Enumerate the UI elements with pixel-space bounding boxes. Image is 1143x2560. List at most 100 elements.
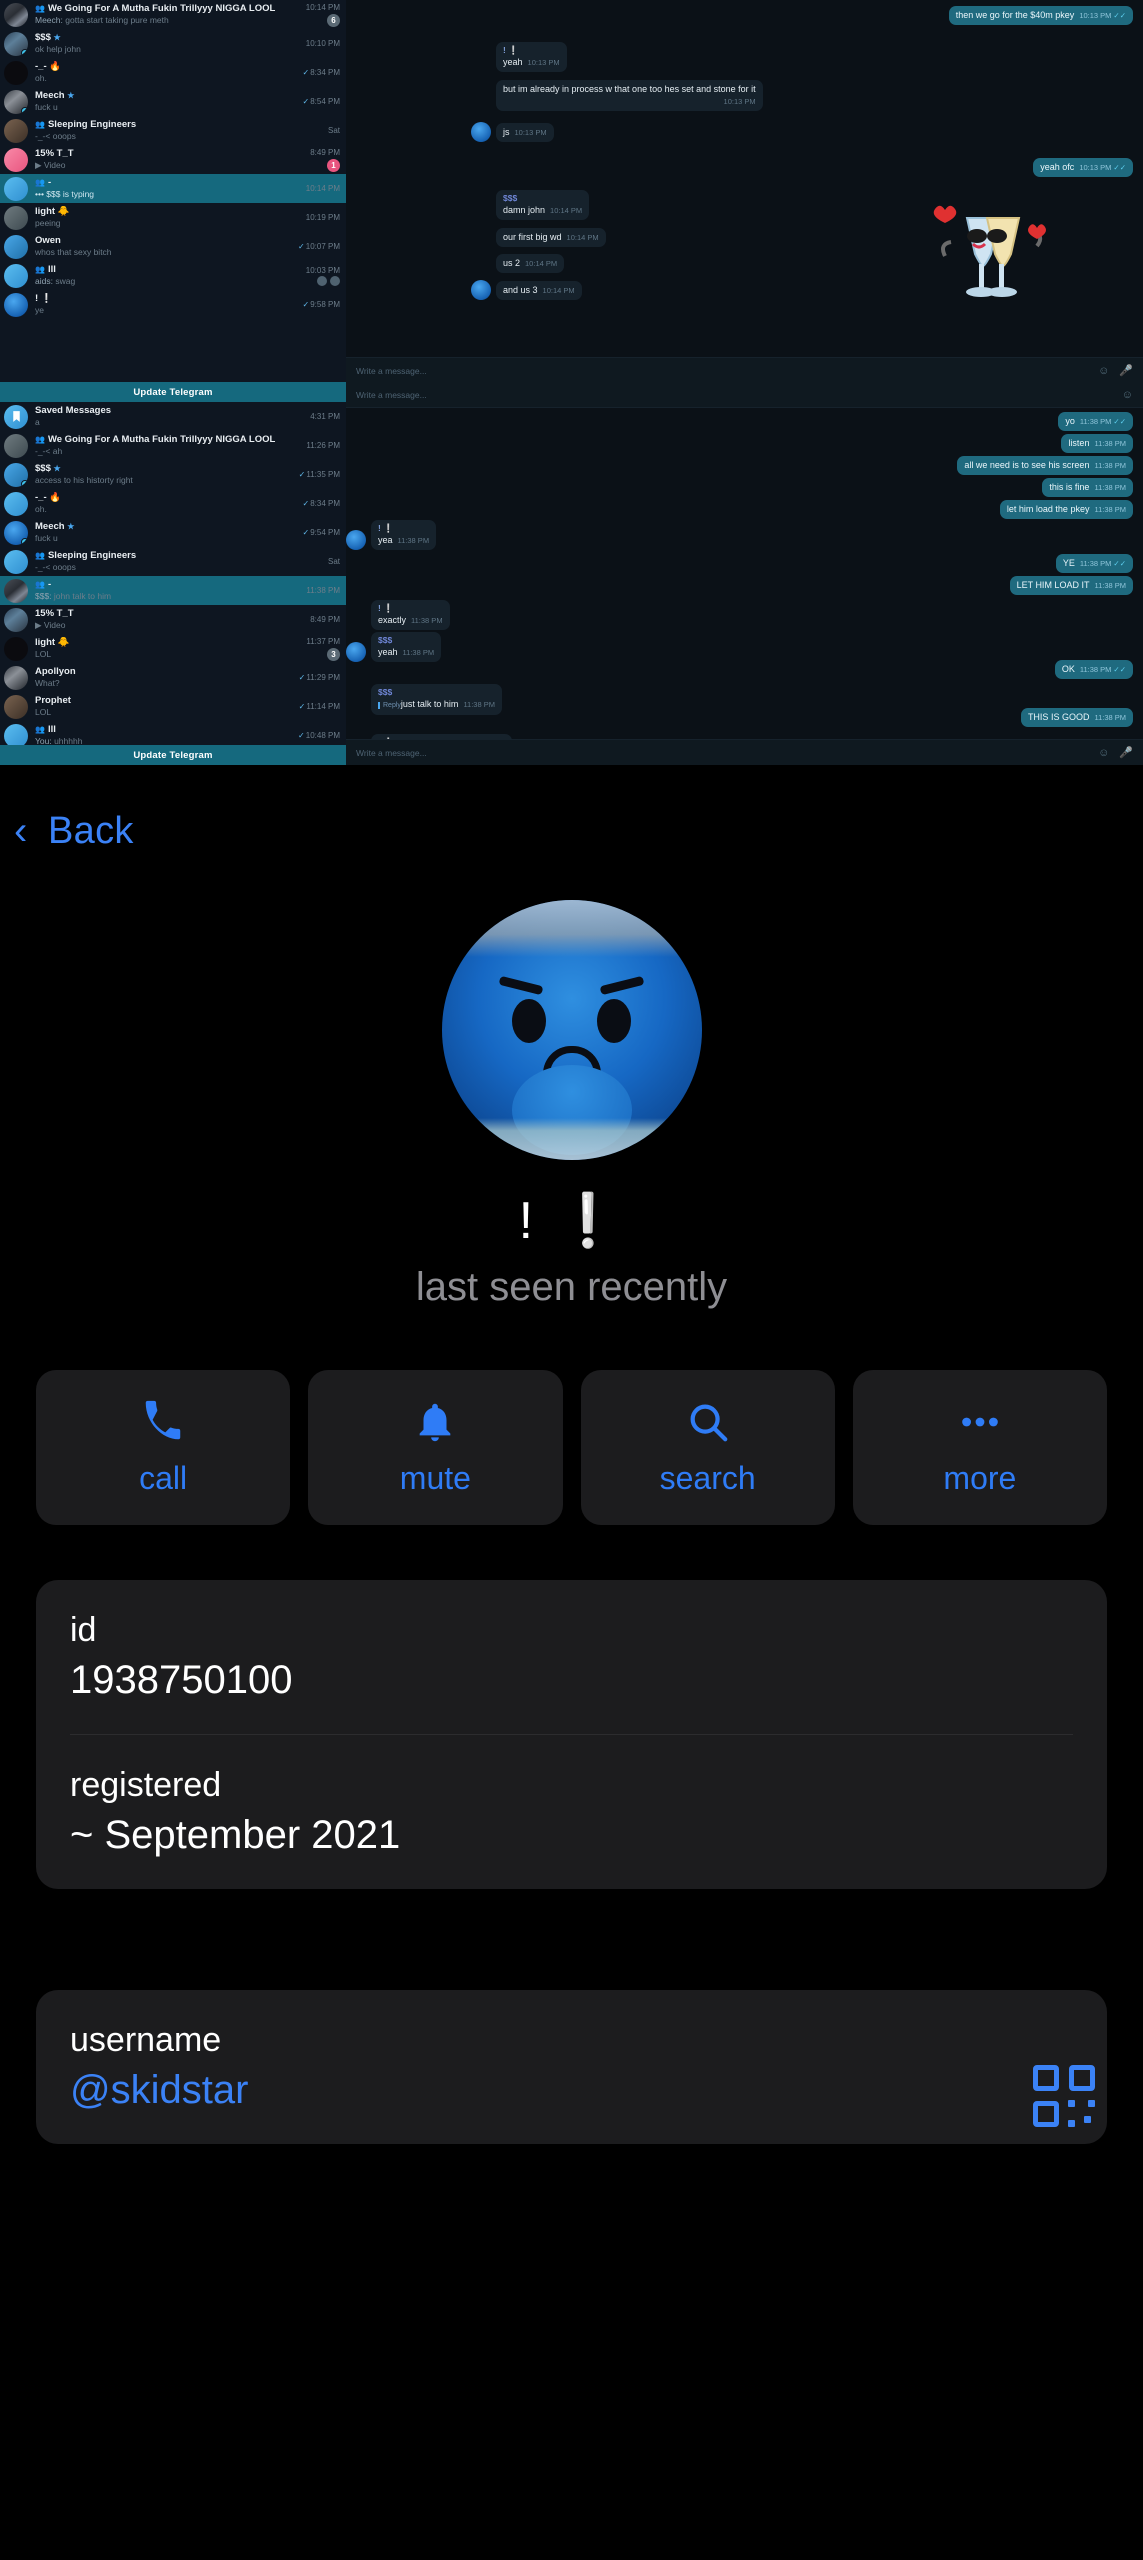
- chat-list-item[interactable]: light 🐥 peeing 10:19 PM: [0, 203, 346, 232]
- conversation-pane-bottom[interactable]: Write a message... ☺ yo 11:38 PM ✓✓ listen…: [346, 382, 1143, 765]
- message-input[interactable]: Write a message...: [356, 366, 1088, 376]
- message-out[interactable]: all we need is to see his screen 11:38 PM: [957, 456, 1133, 475]
- chat-list-top[interactable]: 👥 We Going For A Mutha Fukin Trillyyy NIG…: [0, 0, 346, 383]
- message-out[interactable]: yo 11:38 PM ✓✓: [1058, 412, 1133, 431]
- chat-list-item[interactable]: Owen whos that sexy bitch ✓10:07 PM: [0, 232, 346, 261]
- microphone-icon[interactable]: 🎤: [1119, 746, 1133, 759]
- group-icon: 👥: [35, 551, 45, 560]
- message-time: 11:38 PM: [1094, 461, 1126, 470]
- chat-item-meta: 10:14 PM: [306, 183, 340, 194]
- message-out[interactable]: yeah ofc 10:13 PM ✓✓: [1033, 158, 1133, 177]
- sticker-clinking-glasses[interactable]: [933, 196, 1053, 306]
- chat-list-item[interactable]: 👥 - $$$: john talk to him 11:38 PM: [0, 576, 346, 605]
- chat-title: light 🐥: [35, 637, 70, 648]
- message-area-bottom: yo 11:38 PM ✓✓ listen 11:38 PM all we need …: [346, 408, 1143, 739]
- call-label: call: [139, 1459, 188, 1496]
- chat-list-bottom[interactable]: Update Telegram Saved Messages a 4:31 PM 👥 W…: [0, 382, 346, 765]
- chat-list-item[interactable]: 15% T_T ▶ Video 8:49 PM: [0, 605, 346, 634]
- chat-list-item[interactable]: $$$ ★ ok help john 10:10 PM: [0, 29, 346, 58]
- emoji-icon[interactable]: ☺: [1122, 389, 1133, 401]
- more-button[interactable]: more: [852, 1370, 1107, 1525]
- call-button[interactable]: call: [36, 1370, 291, 1525]
- message-in[interactable]: but im already in process w that one too…: [496, 80, 763, 111]
- chat-list-item[interactable]: -_- 🔥 oh. ✓8:34 PM: [0, 58, 346, 87]
- message-in[interactable]: $$$ damn john 10:14 PM: [496, 190, 590, 220]
- chat-list-item[interactable]: 👥 Sleeping Engineers -_-< ooops Sat: [0, 547, 346, 576]
- message-time: 10:13 PM: [1079, 11, 1112, 20]
- chat-list-item[interactable]: 15% T_T ▶ Video 8:49 PM 1: [0, 145, 346, 174]
- back-button[interactable]: ‹ Back: [0, 801, 1143, 861]
- chat-item-meta: 10:19 PM: [306, 212, 340, 223]
- message-composer-top[interactable]: Write a message... ☺ 🎤: [346, 357, 1143, 383]
- message-out[interactable]: let him load the pkey 11:38 PM: [999, 500, 1133, 519]
- chat-item-texts: 👥 - ••• $$$ is typing: [35, 177, 301, 200]
- info-row-username[interactable]: username @skidstar: [70, 1990, 1073, 2144]
- info-row-id[interactable]: id 1938750100: [70, 1580, 1073, 1734]
- read-check-icon: ✓: [298, 673, 306, 682]
- chat-list-item[interactable]: Apollyon What? ✓11:29 PM: [0, 663, 346, 692]
- chat-list-item[interactable]: 👥 We Going For A Mutha Fukin Trillyyy NIG…: [0, 0, 346, 29]
- chat-list-item[interactable]: 👥 - ••• $$$ is typing 10:14 PM: [0, 174, 346, 203]
- online-badge: [21, 106, 28, 114]
- message-out[interactable]: THIS IS GOOD 11:38 PM: [1020, 708, 1133, 727]
- chat-list-item[interactable]: Meech ★ fuck u ✓9:54 PM: [0, 518, 346, 547]
- chat-list-item[interactable]: $$$ ★ access to his historty right ✓11:35 …: [0, 460, 346, 489]
- username-value[interactable]: @skidstar: [70, 2064, 1073, 2116]
- message-out[interactable]: this is fine 11:38 PM: [1042, 478, 1133, 497]
- chat-item-texts: -_- 🔥 oh.: [35, 61, 298, 84]
- message-in[interactable]: and us 3 10:14 PM: [471, 280, 582, 300]
- message-input[interactable]: Write a message...: [356, 748, 1088, 758]
- message-out[interactable]: OK 11:38 PM ✓✓: [1054, 660, 1133, 679]
- qr-code-icon[interactable]: [1033, 2065, 1095, 2127]
- chat-preview: ••• $$$ is typing: [35, 189, 95, 199]
- update-telegram-banner-top[interactable]: Update Telegram: [0, 382, 346, 402]
- message-time: 10:13 PM: [514, 128, 547, 137]
- reply-preview[interactable]: Reply: [378, 702, 401, 709]
- message-in[interactable]: $$$ Replyjust talk to him 11:38 PM: [371, 684, 502, 715]
- chat-preview: fuck u: [35, 102, 58, 112]
- mute-button[interactable]: mute: [308, 1370, 563, 1525]
- message-composer-bottom[interactable]: Write a message... ☺ 🎤: [346, 739, 1143, 765]
- message-in[interactable]: ! ❕ yea 11:38 PM: [346, 520, 437, 550]
- message-out[interactable]: LET HIM LOAD IT 11:38 PM: [1009, 576, 1133, 595]
- chat-list-item[interactable]: ! ❕ ye ✓9:58 PM: [0, 290, 346, 319]
- chat-list-item[interactable]: Meech ★ fuck u ✓8:54 PM: [0, 87, 346, 116]
- avatar: [471, 122, 491, 142]
- chat-item-meta: Sat: [328, 556, 340, 567]
- chat-list-item[interactable]: 👥 lll aids: swag 10:03 PM: [0, 261, 346, 290]
- chat-title: Prophet: [35, 695, 71, 706]
- play-icon: ▶: [35, 620, 44, 630]
- update-telegram-banner-bottom[interactable]: Update Telegram: [0, 745, 346, 765]
- message-in[interactable]: js 10:13 PM: [471, 122, 554, 142]
- conversation-pane-top[interactable]: then we go for the $40m pkey 10:13 PM ✓✓ !…: [346, 0, 1143, 383]
- chat-item-meta: ✓8:34 PM: [303, 498, 341, 509]
- emoji-icon[interactable]: ☺: [1098, 747, 1109, 759]
- chat-timestamp: ✓10:07 PM: [298, 242, 340, 251]
- message-in[interactable]: ! ❕ exactly 11:38 PM: [371, 600, 450, 630]
- chat-list-item[interactable]: Prophet LOL ✓11:14 PM: [0, 692, 346, 721]
- chat-title: Saved Messages: [35, 405, 112, 416]
- message-in[interactable]: our first big wd 10:14 PM: [496, 228, 606, 247]
- message-in[interactable]: us 2 10:14 PM: [496, 254, 565, 273]
- message-out[interactable]: listen 11:38 PM: [1061, 434, 1133, 453]
- profile-avatar[interactable]: [441, 900, 702, 1160]
- chat-list-item[interactable]: -_- 🔥 oh. ✓8:34 PM: [0, 489, 346, 518]
- message-input[interactable]: Write a message...: [356, 390, 1112, 400]
- group-icon: 👥: [35, 4, 45, 13]
- chat-list-item[interactable]: 👥 Sleeping Engineers -_-< ooops Sat: [0, 116, 346, 145]
- message-in[interactable]: $$$ yeah 11:38 PM: [346, 632, 442, 662]
- message-out[interactable]: YE 11:38 PM ✓✓: [1055, 554, 1133, 573]
- message-time: 11:38 PM: [463, 700, 495, 709]
- chat-list-item[interactable]: Saved Messages a 4:31 PM: [0, 402, 346, 431]
- microphone-icon[interactable]: 🎤: [1119, 364, 1133, 377]
- message-in[interactable]: ! ❕ yeah 10:13 PM: [496, 42, 567, 72]
- info-row-registered[interactable]: registered ~ September 2021: [70, 1734, 1073, 1889]
- search-button[interactable]: search: [580, 1370, 835, 1525]
- chat-list-item[interactable]: 👥 We Going For A Mutha Fukin Trillyyy NIG…: [0, 431, 346, 460]
- message-text: OK: [1061, 664, 1075, 674]
- message-composer-upper[interactable]: Write a message... ☺: [346, 382, 1143, 408]
- emoji-icon[interactable]: ☺: [1098, 365, 1109, 377]
- chat-list-item[interactable]: light 🐥 LOL 11:37 PM 3: [0, 634, 346, 663]
- avatar: [4, 549, 28, 574]
- message-out[interactable]: then we go for the $40m pkey 10:13 PM ✓✓: [948, 6, 1133, 25]
